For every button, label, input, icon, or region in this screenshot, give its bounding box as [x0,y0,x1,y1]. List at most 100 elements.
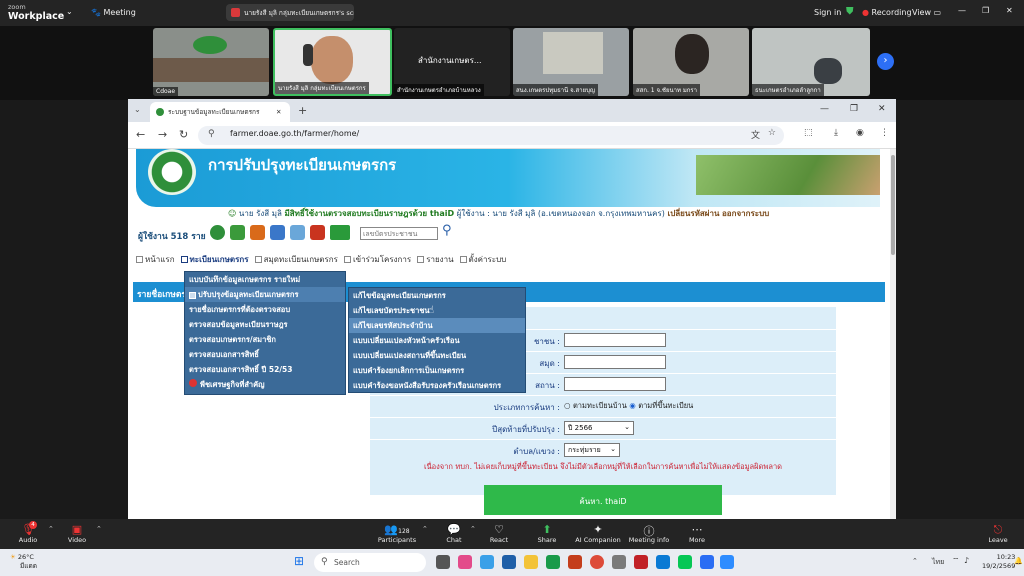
language-indicator[interactable]: ไทย [932,557,944,568]
meeting-info-button[interactable]: ⓘ Meeting info [626,523,672,544]
submenu-item[interactable]: แบบคำร้องยกเลิกการเป็นเกษตรกร [349,363,525,378]
record-icon[interactable] [230,225,245,240]
minimize-icon[interactable]: — [958,6,966,15]
menu-farmer-registry[interactable]: ทะเบียนเกษตรกร [180,253,249,266]
next-page-icon[interactable]: › [877,53,894,70]
chevron-up-icon[interactable]: ⌃ [48,525,54,533]
maximize-icon[interactable]: ❐ [982,6,989,15]
notification-icon[interactable]: 🔔 [1014,557,1023,565]
app-icon[interactable] [458,555,472,569]
folder-icon[interactable] [524,555,538,569]
view-button[interactable]: View ▭ [912,8,941,17]
year-select[interactable]: ปี 2566 ⌄ [564,421,634,435]
menu-home[interactable]: หน้าแรก [136,253,175,266]
chevron-up-icon[interactable]: ⌃ [470,525,476,533]
submenu-item[interactable]: แก้ไขเลขบัตรประชาชน [349,303,525,318]
windows-start-icon[interactable]: ⊞ [294,554,304,568]
dropdown-item[interactable]: ตรวจสอบข้อมูลทะเบียนราษฎร [185,317,345,332]
taskbar-search[interactable]: ⚲ Search [314,553,426,572]
id-search-input[interactable] [360,227,438,240]
new-tab-icon[interactable]: + [298,104,307,117]
menu-reports[interactable]: รายงาน [417,253,454,266]
dropdown-item[interactable]: ตรวจสอบเกษตรกร/สมาชิก [185,332,345,347]
check-icon[interactable] [270,225,285,240]
dropdown-item[interactable]: แบบบันทึกข้อมูลเกษตรกร รายใหม่ [185,272,345,287]
tab-search-icon[interactable]: ⌄ [134,105,141,114]
weather-widget[interactable]: ☀ 26°C มีแดด [10,553,37,571]
menu-projects[interactable]: เข้าร่วมโครงการ [343,253,411,266]
id-number-field[interactable] [564,333,666,347]
line-icon[interactable] [678,555,692,569]
acrobat-icon[interactable] [634,555,648,569]
chevron-up-icon[interactable]: ⌃ [422,525,428,533]
dropdown-item[interactable]: พืชเศรษฐกิจที่สำคัญ [185,377,345,392]
maximize-icon[interactable]: ❐ [850,104,858,114]
dropdown-item[interactable]: ตรวจสอบเอกสารสิทธิ์ ปี 52/53 [185,362,345,377]
wifi-icon[interactable]: ⌔ [952,556,960,566]
react-button[interactable]: ♡ React [479,523,519,544]
video-button[interactable]: ▣ Video [57,523,97,544]
menu-settings[interactable]: ตั้งค่าระบบ [459,253,506,266]
dropdown-item[interactable]: รายชื่อเกษตรกรที่ต้องตรวจสอบ [185,302,345,317]
change-password-link[interactable]: เปลี่ยนรหัสผ่าน [667,209,719,218]
place-field[interactable] [564,377,666,391]
more-button[interactable]: ⋯ More [677,523,717,544]
submenu-item[interactable]: แบบเปลี่ยนแปลงหัวหน้าครัวเรือน [349,333,525,348]
menu-registry-book[interactable]: สมุดทะเบียนเกษตรกร [254,253,338,266]
chat-button[interactable]: 💬 Chat [434,523,474,544]
close-icon[interactable]: ✕ [1006,6,1013,15]
meeting-button[interactable]: 🐾 Meeting [91,8,136,17]
zoom-icon[interactable] [720,555,734,569]
extensions-icon[interactable]: ⬚ [804,128,813,138]
dropdown-item-active[interactable]: ปรับปรุงข้อมูลทะเบียนเกษตรกร [185,287,345,302]
tray-chevron-icon[interactable]: ⌃ [912,557,918,565]
document-icon[interactable] [310,225,325,240]
clock[interactable]: 10:23 19/2/2569 [982,553,1015,571]
taskview-icon[interactable] [436,555,450,569]
bookmark-icon[interactable]: ☆ [768,128,776,138]
logout-link[interactable]: ออกจากระบบ [722,209,769,218]
scroll-thumb[interactable] [891,155,895,255]
download-icon[interactable]: ⤓ [834,128,838,138]
video-tile[interactable]: ธนะเกษตรอำเภอลำลูกกา [752,28,870,96]
excel-icon[interactable] [546,555,560,569]
leave-button[interactable]: ⎋ Leave [978,523,1018,544]
radio-household[interactable]: ○ [564,401,571,410]
app-icon[interactable] [612,555,626,569]
submenu-item[interactable]: แบบเปลี่ยนแปลงสถานที่ขึ้นทะเบียน [349,348,525,363]
close-icon[interactable]: ✕ [878,104,886,114]
card-icon[interactable] [330,225,350,240]
video-tile[interactable]: สสก. 1 จ.ชัยนาท มกรา [633,28,749,96]
reload-icon[interactable]: ↻ [179,128,188,141]
submenu-item[interactable]: แก้ไขข้อมูลทะเบียนเกษตรกร [349,288,525,303]
screen-share-indicator[interactable]: นายรังสี มุลิ กลุ่มทะเบียนเกษตรกร's scr … [226,4,354,21]
search-thaid-button[interactable]: ค้นหา. thaiD [484,485,722,515]
site-info-icon[interactable]: ⚲ [208,129,215,139]
radio-registered[interactable]: ◉ [629,401,636,410]
participants-button[interactable]: 👥128 Participants [376,523,418,544]
translate-icon[interactable]: 文 [751,128,760,141]
forward-icon[interactable]: → [158,128,167,141]
video-tile[interactable]: สำนักงานเกษตร... สำนักงานเกษตรอำเภอบ้านห… [394,28,510,96]
sign-in-button[interactable]: Sign in [814,8,841,17]
back-icon[interactable]: ← [136,128,145,141]
app-icon[interactable] [656,555,670,569]
powerpoint-icon[interactable] [568,555,582,569]
ai-companion-button[interactable]: ✦ AI Companion [572,523,624,544]
video-tile[interactable]: สนง.เกษตรปทุมธานี จ.สายบุญ [513,28,629,96]
chrome-icon[interactable] [590,555,604,569]
page-scrollbar[interactable] [890,149,896,519]
share-button[interactable]: ⬆ Share [527,523,567,544]
edge-icon[interactable] [480,555,494,569]
dropdown-item[interactable]: ตรวจสอบเอกสารสิทธิ์ [185,347,345,362]
chevron-down-icon[interactable]: ⌄ [66,7,73,16]
audio-button[interactable]: 🎙 Audio [8,523,48,544]
people-icon[interactable] [290,225,305,240]
url-input[interactable]: ⚲ farmer.doae.go.th/farmer/home/ 文 ☆ [198,126,784,145]
logo-icon[interactable] [210,225,225,240]
volume-icon[interactable]: ♪ [964,556,969,565]
book-number-field[interactable] [564,355,666,369]
submenu-item-hover[interactable]: แก้ไขเลขรหัสประจำบ้าน [349,318,525,333]
tab-close-icon[interactable]: ✕ [276,108,281,116]
app-icon[interactable] [700,555,714,569]
